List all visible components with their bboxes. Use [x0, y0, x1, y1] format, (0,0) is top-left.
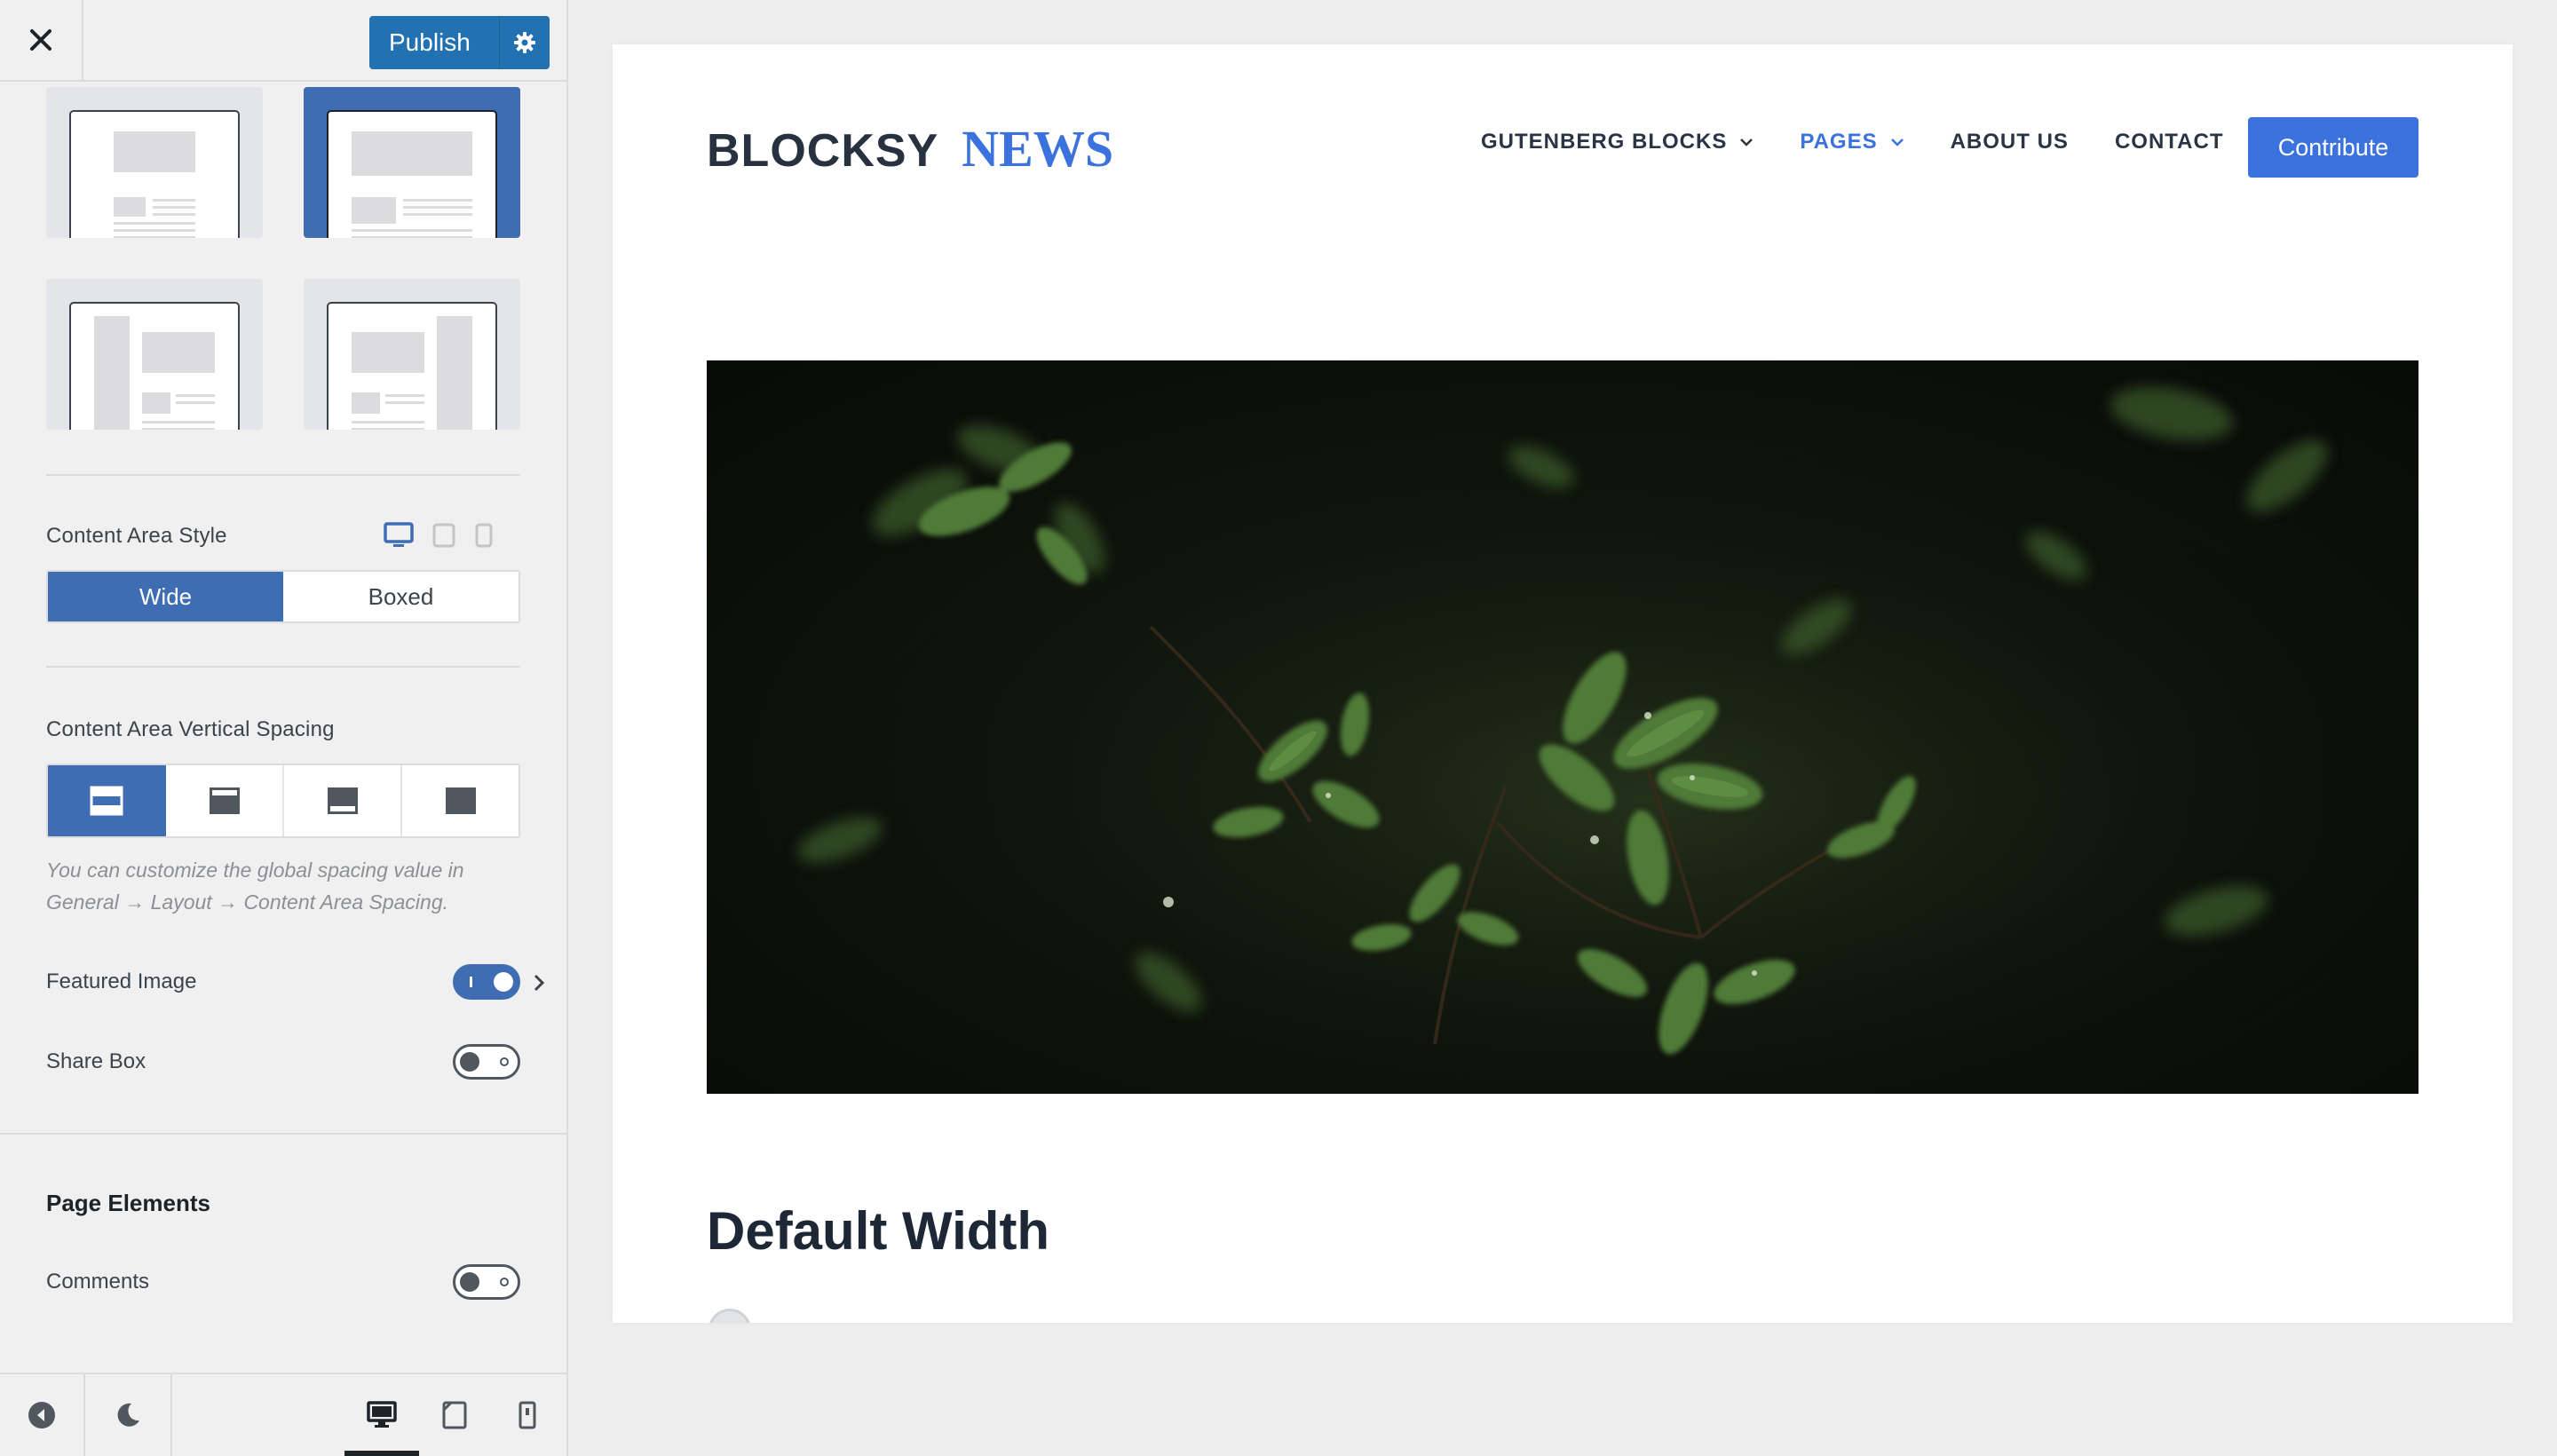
spacing-hint-text: You can customize the global spacing val… — [46, 859, 464, 914]
collapse-sidebar-button[interactable] — [0, 1374, 85, 1456]
spacing-top-only-option[interactable] — [166, 765, 284, 836]
featured-image-label: Featured Image — [46, 969, 197, 993]
featured-image-toggle[interactable] — [453, 964, 520, 1000]
divider — [46, 666, 520, 668]
gear-icon — [513, 32, 535, 53]
contribute-button[interactable]: Contribute — [2248, 117, 2418, 178]
vertical-spacing-options — [46, 764, 520, 838]
sidebar-footer — [0, 1373, 566, 1456]
content-area-style-toggle: Wide Boxed — [46, 570, 520, 623]
content-style-boxed-option[interactable]: Boxed — [283, 572, 519, 621]
vertical-spacing-label: Content Area Vertical Spacing — [46, 717, 335, 741]
spacing-bottom-only-option[interactable] — [284, 765, 402, 836]
preview-tablet-button[interactable] — [419, 1374, 490, 1456]
comments-label: Comments — [46, 1270, 150, 1294]
customizer-sidebar: Publish Content Area Style Wide Boxed Co… — [0, 0, 568, 1456]
spacing-bottom-icon — [327, 787, 358, 814]
spacing-top-bottom-option[interactable] — [48, 765, 166, 836]
page-elements-title: Page Elements — [46, 1190, 210, 1216]
post-title: Default Width — [707, 1201, 1050, 1261]
layout-option-no-sidebar-wide[interactable] — [304, 87, 520, 238]
layout-preview — [69, 110, 240, 238]
responsive-device-switch — [384, 522, 494, 549]
nav-item-label: PAGES — [1800, 130, 1878, 154]
desktop-icon — [367, 1401, 397, 1428]
layout-option-no-sidebar-narrow[interactable] — [46, 87, 263, 238]
content-area-style-label: Content Area Style — [46, 524, 227, 548]
layout-preview — [327, 302, 497, 430]
tablet-icon — [442, 1401, 467, 1429]
chevron-down-icon — [1740, 138, 1753, 146]
spacing-top-icon — [209, 787, 240, 814]
nav-item-about-us[interactable]: ABOUT US — [1951, 130, 2069, 154]
chevron-right-icon[interactable] — [533, 973, 545, 993]
leaves-illustration — [707, 360, 2418, 1094]
desktop-icon[interactable] — [384, 522, 414, 549]
logo-text-news: NEWS — [962, 120, 1114, 178]
logo-text-blocksy: BLOCKSY — [707, 125, 939, 177]
spacing-none-icon — [445, 787, 476, 814]
content-style-wide-option[interactable]: Wide — [48, 572, 283, 621]
mobile-icon[interactable] — [474, 523, 494, 548]
layout-option-left-sidebar[interactable] — [46, 279, 263, 430]
site-preview: BLOCKSY NEWS GUTENBERG BLOCKS PAGES ABOU… — [613, 44, 2513, 1323]
site-logo[interactable]: BLOCKSY NEWS — [707, 119, 1113, 178]
publish-button[interactable]: Publish — [369, 16, 500, 69]
tablet-icon[interactable] — [431, 523, 456, 548]
layout-option-right-sidebar[interactable] — [304, 279, 520, 430]
share-box-label: Share Box — [46, 1049, 146, 1073]
dark-mode-icon — [117, 1403, 139, 1427]
sidebar-header: Publish — [0, 0, 566, 82]
share-box-toggle[interactable] — [453, 1044, 520, 1080]
divider — [46, 474, 520, 476]
main-navigation: GUTENBERG BLOCKS PAGES ABOUT US CONTACT — [1481, 130, 2269, 154]
collapse-icon — [28, 1402, 55, 1428]
chevron-down-icon — [1890, 138, 1904, 146]
nav-item-contact[interactable]: CONTACT — [2115, 130, 2224, 154]
mobile-icon — [519, 1401, 536, 1429]
nav-item-pages[interactable]: PAGES — [1800, 130, 1904, 154]
publish-settings-button[interactable] — [499, 16, 550, 69]
dark-mode-button[interactable] — [85, 1374, 172, 1456]
preview-desktop-button[interactable] — [344, 1374, 419, 1456]
nav-item-label: GUTENBERG BLOCKS — [1481, 130, 1728, 154]
layout-preview — [327, 110, 497, 238]
spacing-none-option[interactable] — [402, 765, 519, 836]
featured-image — [707, 360, 2418, 1094]
publish-group: Publish — [369, 16, 550, 69]
close-icon — [30, 29, 51, 51]
active-device-indicator — [344, 1451, 419, 1456]
close-button[interactable] — [0, 0, 83, 80]
nav-item-label: CONTACT — [2114, 130, 2224, 154]
layout-preview — [69, 302, 240, 430]
section-separator — [0, 1133, 566, 1135]
nav-item-label: ABOUT US — [1950, 130, 2069, 154]
preview-mobile-button[interactable] — [490, 1374, 565, 1456]
spacing-top-bottom-icon — [90, 786, 123, 816]
nav-item-gutenberg-blocks[interactable]: GUTENBERG BLOCKS — [1481, 130, 1753, 154]
author-avatar[interactable] — [709, 1309, 751, 1323]
comments-toggle[interactable] — [453, 1264, 520, 1300]
